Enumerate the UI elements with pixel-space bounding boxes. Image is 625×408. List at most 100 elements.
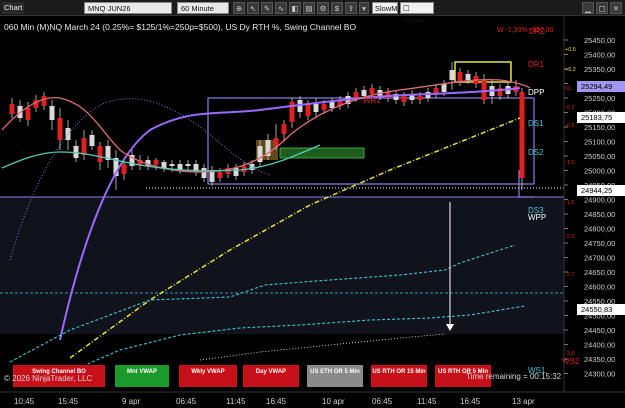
candle-body [49,106,55,120]
candle-body [41,96,47,106]
candle-body [121,164,127,174]
candle-body [273,138,279,146]
weekly-dotted-line [199,333,446,361]
time-tick-label: 16:45 [460,397,481,406]
price-flag-current: 25183,75 [577,112,625,123]
percent-label: -2.5 [565,234,574,240]
chart-title: 060 Min (M)NQ March 24 (0.25%= $125/1%=2… [4,22,357,32]
pointer-icon[interactable]: ↖ [247,2,259,14]
us-rth-or15-button[interactable]: US RTH OR 15 Min [370,364,428,388]
time-tick-label: 9 apr [122,397,141,406]
close-icon[interactable]: ✕ [610,2,622,14]
label-ds2: DS2 [528,148,544,157]
percent-label: -1.5 [565,200,574,206]
indicator-selector[interactable]: SlowMA [372,2,403,14]
time-tick-label: 06:45 [176,397,197,406]
yellow-zone-box [454,61,512,83]
candle-body [97,146,103,162]
price-tick-label: 24350,00 [584,355,615,364]
percent-label: -0.5 [565,123,574,129]
candle-body [161,162,167,168]
label-dr1: DR1 [528,60,545,69]
percent-label: -0.2 [565,105,574,111]
strategies-icon[interactable]: ◧ [289,2,301,14]
interval-selector[interactable]: 60 Minute [177,2,229,14]
properties-icon[interactable]: ⚙ [317,2,329,14]
percent-label: CL [565,86,572,92]
chart-trader-icon[interactable]: $ [331,2,343,14]
time-axis[interactable]: 10:45 15:45 9 apr 06:45 11:45 16:45 10 apr 06:4… [14,397,535,406]
chart-toolbar: Chart MNQ JUN26 60 Minute ⊕ ↖ ✎ ∿ ◧ ▤ ⚙ … [0,0,625,25]
candle-body [465,74,471,80]
minimize-icon[interactable]: ▁ [582,2,594,14]
instrument-selector[interactable]: MNQ JUN26 [84,2,172,14]
candle-body [9,104,15,114]
price-tick-label: 24750,00 [584,239,615,248]
candle-body [57,118,63,140]
time-tick-label: 11:45 [417,397,437,406]
candle-body [153,160,159,165]
candle-body [233,168,239,176]
price-tick-label: 24650,00 [584,268,615,277]
candle-body [169,164,175,166]
price-tick-label: 25450,00 [584,36,615,45]
candle-body [201,168,207,178]
draw-tool-icon[interactable]: ✎ [261,2,273,14]
percent-label: -3.5 [565,351,574,357]
time-tick-label: 10:45 [14,397,35,406]
percent-label: +0.2 [565,67,576,73]
candle-body [329,102,335,108]
candle-body [25,108,31,120]
price-flag-ds3: 24944,25 [577,185,625,196]
price-tick-label: 24300,00 [584,370,615,379]
candle-body [353,92,359,98]
candle-body [81,138,87,155]
candle-body [417,96,423,100]
time-tick-label: 15:45 [58,397,79,406]
monthly-vwap-button[interactable]: Mnt VWAP [114,364,170,388]
share-icon[interactable]: ⇪ [345,2,357,14]
pnl-label: W -1,33% -337,00 [497,27,554,34]
price-flag-vwap: 24550,83 [577,304,625,315]
percent-label: -1.0 [565,160,574,166]
candle-body [441,84,447,92]
candle-body [65,128,71,140]
time-tick-label: 10 apr [322,397,345,406]
dropdown-icon[interactable]: ▾ [359,2,369,14]
price-tick-label: 24450,00 [584,326,615,335]
percent-axis: +0.5 +0.2 CL -0.2 -0.5 -1.0 -1.5 -2.5 -2.7 -3.5 [565,47,576,357]
candle-body [449,70,455,80]
time-tick-label: 16:45 [266,397,287,406]
zoom-icon[interactable]: ⊕ [233,2,245,14]
label-wpp: WPP [528,213,546,222]
price-tick-label: 25250,00 [584,94,615,103]
candlestick-series [9,62,525,190]
candle-body [481,80,487,100]
price-tick-label: 25150,00 [584,123,615,132]
time-tick-label: 13 apr [512,397,535,406]
price-tick-label: 25350,00 [584,65,615,74]
candle-body [217,172,223,178]
chart-menu-button[interactable]: Chart [2,2,24,14]
candle-body [321,104,327,110]
maximize-icon[interactable]: ▢ [596,2,608,14]
price-tick-label: 24850,00 [584,210,615,219]
indicators-icon[interactable]: ∿ [275,2,287,14]
day-vwap-button[interactable]: Day VWAP [242,364,300,388]
candle-body [281,124,287,134]
price-tick-label: 24400,00 [584,341,615,350]
candle-body [401,96,407,102]
price-tick-label: 24700,00 [584,254,615,263]
price-tick-label: 24800,00 [584,225,615,234]
price-tick-label: 25100,00 [584,138,615,147]
candle-body [457,72,463,82]
price-tick-label: 25000,00 [584,167,615,176]
candle-body [257,146,263,162]
weekly-vwap-button[interactable]: Wkly VWAP [178,364,238,388]
price-tick-label: 25050,00 [584,152,615,161]
indicator-visibility-toggle[interactable]: ☐ Visible [400,2,434,25]
us-eth-or5-button[interactable]: US ETH OR 5 Min [306,364,364,388]
template-icon[interactable]: ▤ [303,2,315,14]
candle-body [519,92,525,178]
price-chart[interactable]: DR1 DR2 DPP DS1 DS2 DS3 WPP WR1 WS1 WS2 … [0,16,625,408]
